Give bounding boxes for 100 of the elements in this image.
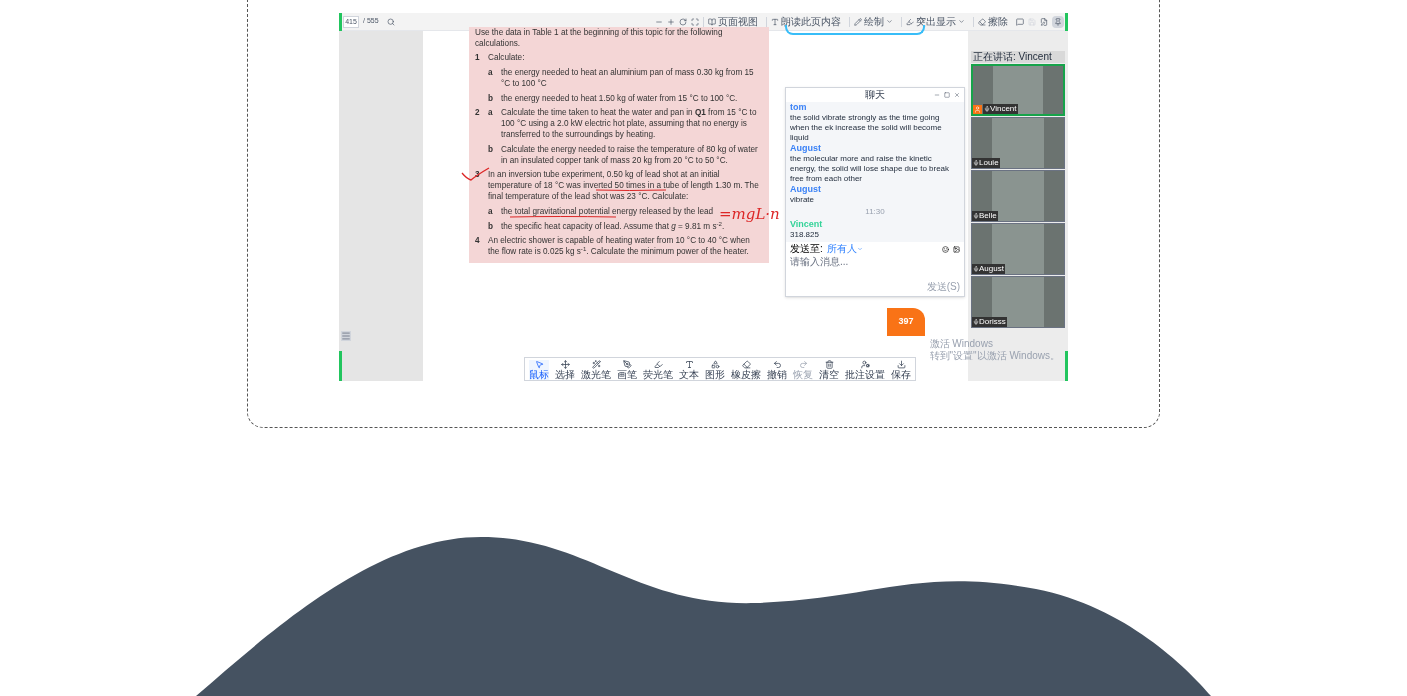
pin-icon (1054, 17, 1062, 26)
name-label: August (979, 264, 1004, 274)
video-tile[interactable]: August (971, 223, 1065, 275)
part-label: a (488, 67, 494, 79)
video-tile[interactable]: Dorisss (971, 276, 1065, 328)
annotation-tool[interactable]: 橡皮擦 (731, 360, 761, 380)
microphone-icon (973, 213, 979, 219)
video-tile[interactable]: Louie (971, 117, 1065, 169)
intro-text: Use the data in Table 1 at the beginning of this topic for the following calculations. (475, 27, 724, 49)
part-label: a (488, 107, 494, 119)
annotation-tool[interactable]: 选择 (555, 360, 575, 380)
question-part-text: Calculate the energy needed to raise the temperature of 80 kg of water in an insulated copper tank of mass 20 kg from 20 °C to 50 °C. (501, 144, 759, 166)
activation-title: 激活 Windows (929, 338, 994, 350)
question-part-text: the total gravitational potential energy released by the lead (501, 206, 714, 217)
question-text: In an inversion tube experiment, 0.50 kg of lead shot at an initial temperature of 18 °C was inverted 50 times in a tube of length 1.30 m. The final temperature of the lead shot was 23 °C. Calculate: (488, 169, 760, 202)
move-icon (560, 360, 570, 369)
fit-icon[interactable] (691, 17, 699, 26)
redo-icon (798, 360, 808, 369)
toolbar-button[interactable]: 绘制 (849, 16, 897, 27)
highlighter-icon (653, 360, 663, 369)
emoji-icon[interactable] (942, 245, 949, 253)
question-part-text: the energy needed to heat an aluminium pan of mass 0.30 kg from 15 °C to 100 °C (501, 67, 755, 89)
microphone-icon (973, 160, 979, 166)
pen-icon (622, 360, 632, 369)
undo-icon (772, 360, 782, 369)
chat-message: vibrate (790, 195, 815, 205)
pin-button[interactable] (1052, 15, 1064, 28)
annotation-tool[interactable]: 鼠标 (529, 360, 549, 380)
maximize-icon[interactable] (944, 92, 950, 98)
part-label: b (488, 144, 494, 156)
recipient-dropdown[interactable]: 所有人 (826, 244, 863, 254)
part-label: b (488, 93, 494, 104)
book-icon (708, 17, 716, 26)
question-text: Calculate: (488, 52, 526, 63)
page-number-badge: 397 (887, 308, 925, 336)
pencil-icon (854, 17, 862, 26)
pointer-icon (534, 360, 544, 369)
question-part-text: the specific heat capacity of lead. Assume that g = 9.81 m s$^{-2}$. (501, 221, 725, 232)
edit-icon[interactable] (1040, 17, 1048, 26)
toolbar-button[interactable]: 页面视图 (703, 16, 762, 27)
person-icon (974, 105, 981, 113)
toolbar-button[interactable]: 擦除 (973, 16, 1012, 27)
zoom-in-icon[interactable] (667, 17, 675, 26)
shapes-icon (710, 360, 720, 369)
name-label: Dorisss (979, 317, 1006, 327)
name-label: Louie (979, 158, 999, 168)
message-field[interactable]: 请输入消息... (790, 256, 960, 267)
caret-icon (886, 18, 893, 25)
video-tile[interactable]: Belle (971, 170, 1065, 222)
handwritten-note: =mgL·n (719, 207, 780, 222)
close-icon[interactable] (954, 92, 960, 98)
chat-message: 318.825 (790, 230, 820, 240)
user-settings-icon (860, 360, 870, 369)
chat-time: 11:30 (864, 207, 886, 217)
video-tile[interactable]: Vincent (971, 64, 1065, 116)
chat-sender: August (790, 184, 821, 194)
chat-title: 聊天 (865, 90, 885, 100)
chat-sender: August (790, 143, 821, 153)
chat-sender: tom (790, 102, 807, 112)
search-icon[interactable] (386, 17, 395, 26)
send-to-label: 发送至: (790, 244, 823, 254)
microphone-icon (973, 319, 979, 325)
part-label: a (488, 206, 494, 217)
highlighter-icon (906, 17, 914, 26)
eraser-icon (741, 360, 751, 369)
annotation-tool[interactable]: 画笔 (617, 360, 637, 380)
toolbar-button[interactable]: 朗读此页内容 (766, 16, 845, 27)
question-number: 1 (475, 52, 481, 64)
chat-message: the molecular more and raise the kinetic energy, the solid will lose shape due to break free from each other (790, 154, 951, 184)
annotation-tool[interactable]: 清空 (819, 360, 839, 380)
wand-icon (591, 360, 601, 369)
annotation-tool[interactable]: 激光笔 (581, 360, 611, 380)
microphone-icon (973, 266, 979, 272)
annotation-tool[interactable]: 撤销 (767, 360, 787, 380)
text-icon (771, 17, 779, 26)
part-label: b (488, 221, 494, 232)
minimize-icon[interactable] (934, 92, 940, 98)
annotation-tool[interactable]: 保存 (891, 360, 911, 380)
activation-text: 转到"设置"以激活 Windows。 (929, 350, 1060, 362)
question-number: 2 (475, 107, 481, 119)
speaker-label: 正在讲话: Vincent (971, 51, 1065, 63)
microphone-icon (984, 106, 990, 112)
rotate-icon[interactable] (679, 17, 687, 26)
download-icon (896, 360, 906, 369)
trash-icon (824, 360, 834, 369)
annotation-tool[interactable]: 荧光笔 (643, 360, 673, 380)
caret-icon (856, 246, 863, 252)
name-label: Vincent (990, 104, 1017, 114)
text-icon (684, 360, 694, 369)
question-part-text: the energy needed to heat 1.50 kg of water from 15 °C to 100 °C. (501, 93, 738, 104)
chat-sender: Vincent (790, 219, 823, 229)
name-label: Belle (979, 211, 997, 221)
image-icon[interactable] (953, 245, 960, 253)
eraser-icon (978, 17, 986, 26)
annotation-tool[interactable]: 批注设置 (845, 360, 885, 380)
comment-icon[interactable] (1016, 17, 1024, 26)
outline-icon[interactable] (341, 331, 351, 341)
annotation-tool[interactable]: 图形 (705, 360, 725, 380)
caret-icon (958, 18, 965, 25)
annotation-tool[interactable]: 文本 (679, 360, 699, 380)
